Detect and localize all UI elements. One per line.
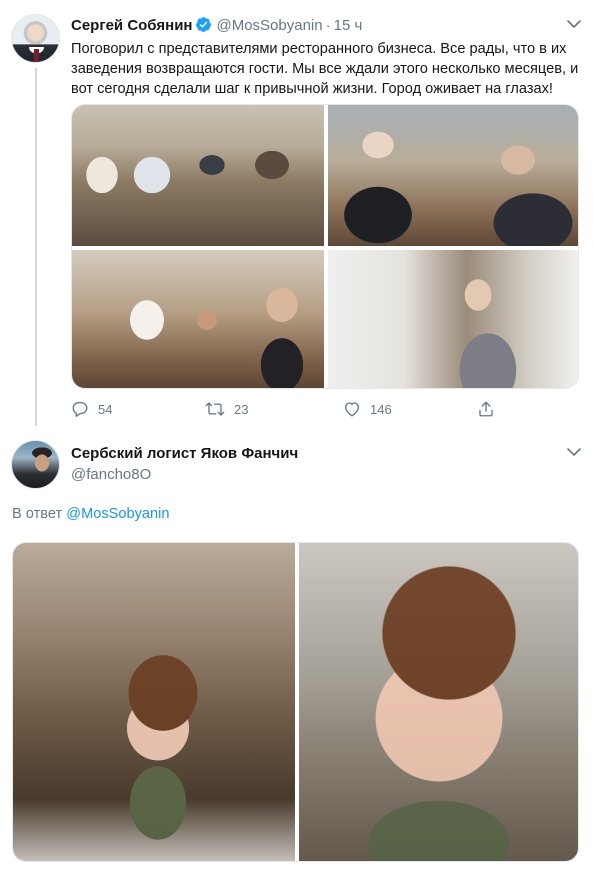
retweet-count: 23 <box>234 401 249 417</box>
reply-prefix: В ответ <box>12 506 63 522</box>
chevron-down-icon[interactable] <box>566 18 582 30</box>
like-count: 146 <box>370 401 392 417</box>
tweet-sobyanin[interactable]: Сергей Собянин @MosSobyanin · 15 ч Поговори… <box>0 0 593 430</box>
reply-count: 54 <box>98 401 113 417</box>
verified-icon <box>195 16 212 38</box>
like-icon <box>344 402 360 417</box>
tweet-actions: 54 23 146 <box>71 400 501 420</box>
like-button[interactable]: 146 <box>343 400 392 418</box>
reply-button[interactable]: 54 <box>71 400 112 418</box>
retweet-icon <box>205 402 225 416</box>
reply-context: В ответ @MosSobyanin <box>12 504 170 524</box>
tweet-photo-grid <box>71 104 579 389</box>
tweet-reply-fanchich[interactable]: Сербский логист Яков Фанчич @fancho8O В … <box>0 430 593 878</box>
chevron-down-icon[interactable] <box>566 446 582 458</box>
author-avatar[interactable] <box>11 440 60 489</box>
reply-mention-link[interactable]: @MosSobyanin <box>66 506 169 522</box>
author-avatar[interactable] <box>11 14 60 63</box>
tweet-header: Сербский логист Яков Фанчич @fancho8O <box>71 445 298 485</box>
share-button[interactable] <box>477 400 504 418</box>
author-handle[interactable]: @fancho8O <box>71 465 298 485</box>
tweet-timestamp[interactable]: 15 ч <box>334 17 363 34</box>
retweet-button[interactable]: 23 <box>205 400 248 418</box>
tweet-photo-4[interactable] <box>328 250 578 388</box>
tweet-photo-1[interactable] <box>13 543 295 861</box>
tweet-photo-3[interactable] <box>72 250 324 388</box>
tweet-photo-2[interactable] <box>328 105 578 246</box>
author-name[interactable]: Сербский логист Яков Фанчич <box>71 445 298 463</box>
author-name[interactable]: Сергей Собянин <box>71 17 192 34</box>
tweet-text: Поговорил с представителями ресторанного… <box>71 41 579 97</box>
separator-dot: · <box>325 17 331 34</box>
tweet-photo-2[interactable] <box>299 543 578 861</box>
tweet-photo-grid <box>12 542 579 862</box>
share-icon <box>479 401 493 417</box>
reply-icon <box>72 401 88 417</box>
tweet-header: Сергей Собянин @MosSobyanin · 15 ч <box>71 16 362 38</box>
tweet-photo-1[interactable] <box>72 105 324 246</box>
author-handle[interactable]: @MosSobyanin <box>216 17 322 34</box>
